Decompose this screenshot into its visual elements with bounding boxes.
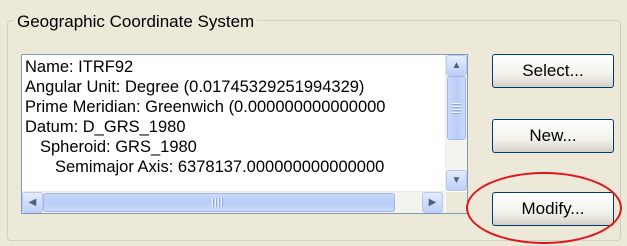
scroll-left-button[interactable]: ◀ xyxy=(22,192,43,213)
chevron-left-icon: ◀ xyxy=(28,196,37,208)
highlight-circle xyxy=(466,172,622,244)
details-text-area[interactable]: Name: ITRF92 Angular Unit: Degree (0.017… xyxy=(22,55,445,191)
chevron-up-icon: ▲ xyxy=(451,59,462,71)
detail-line-spheroid: Spheroid: GRS_1980 xyxy=(40,138,197,156)
chevron-right-icon: ▶ xyxy=(428,196,437,208)
horizontal-scroll-thumb[interactable] xyxy=(43,193,395,212)
select-button[interactable]: Select... xyxy=(492,54,614,88)
detail-line-name: Name: ITRF92 xyxy=(25,58,134,76)
detail-line-datum: Datum: D_GRS_1980 xyxy=(25,118,186,136)
scroll-down-button[interactable]: ▼ xyxy=(446,170,467,191)
detail-line-angular-unit: Angular Unit: Degree (0.0174532925199432… xyxy=(25,78,365,96)
new-button[interactable]: New... xyxy=(492,119,614,153)
vertical-scrollbar[interactable]: ▲ ▼ xyxy=(445,55,467,191)
grip-icon xyxy=(212,198,223,207)
chevron-down-icon: ▼ xyxy=(451,174,462,186)
detail-line-semimajor-axis: Semimajor Axis: 6378137.000000000000000 xyxy=(55,158,385,176)
scroll-up-button[interactable]: ▲ xyxy=(446,55,467,76)
grip-icon xyxy=(452,103,461,114)
horizontal-scrollbar[interactable]: ◀ ▶ xyxy=(22,191,445,213)
scroll-right-button[interactable]: ▶ xyxy=(422,192,443,213)
vertical-scroll-thumb[interactable] xyxy=(447,76,466,140)
groupbox-title: Geographic Coordinate System xyxy=(14,12,258,32)
scrollbar-corner xyxy=(446,192,467,213)
detail-line-prime-meridian: Prime Meridian: Greenwich (0.00000000000… xyxy=(25,98,386,116)
coordinate-details-listbox[interactable]: Name: ITRF92 Angular Unit: Degree (0.017… xyxy=(21,54,468,214)
